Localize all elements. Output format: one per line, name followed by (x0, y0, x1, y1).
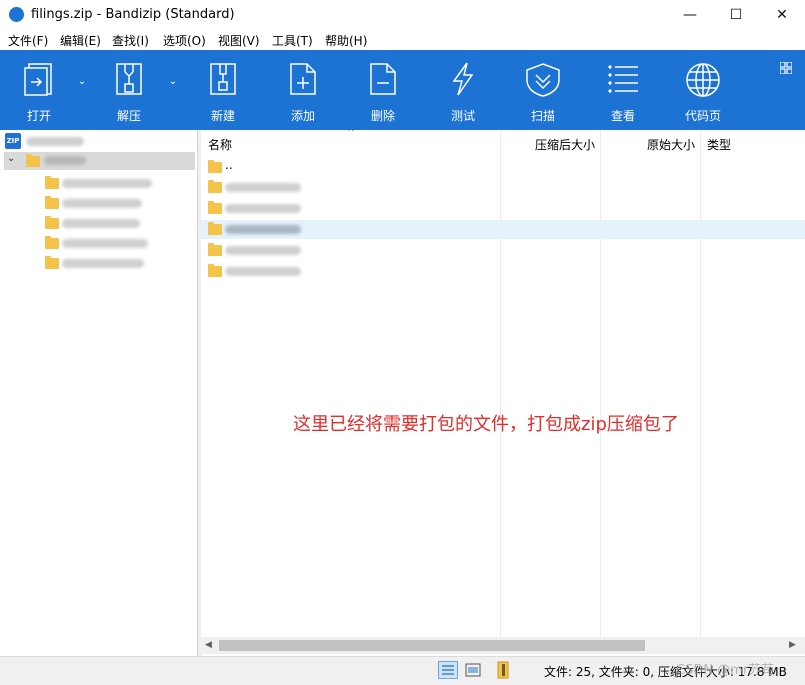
bandizip-logo-icon (9, 7, 24, 22)
folder-icon (208, 264, 222, 277)
details-view-icon[interactable] (438, 661, 458, 679)
menu-bar: 文件(F) 编辑(E) 查找(I) 选项(O) 视图(V) 工具(T) 帮助(H… (0, 30, 805, 50)
chevron-down-icon[interactable]: ⌄ (7, 153, 15, 164)
column-divider (600, 130, 601, 637)
folder-tree-pane[interactable] (0, 130, 198, 656)
tree-child-label-redacted[interactable] (62, 219, 140, 228)
maximize-button[interactable]: ☐ (713, 0, 759, 30)
column-header-original-size[interactable]: 原始大小 (647, 136, 695, 153)
extract-label: 解压 (116, 109, 141, 123)
tree-child-label-redacted[interactable] (62, 259, 144, 268)
thumbnail-view-icon[interactable] (463, 661, 483, 679)
window-title: filings.zip - Bandizip (Standard) (31, 7, 235, 22)
menu-find[interactable]: 查找(I) (112, 32, 149, 49)
codepage-label: 代码页 (684, 109, 721, 123)
test-button[interactable]: 测试 (424, 50, 502, 130)
add-label: 添加 (290, 109, 315, 123)
new-label: 新建 (210, 109, 235, 123)
layout-grid-icon[interactable] (780, 62, 792, 74)
table-row-name-redacted[interactable] (225, 246, 301, 255)
delete-file-icon (370, 63, 396, 95)
archive-info-icon[interactable] (495, 661, 515, 679)
minimize-button[interactable]: — (667, 0, 713, 30)
folder-icon (45, 196, 59, 209)
folder-icon (45, 256, 59, 269)
tree-child-label-redacted[interactable] (62, 239, 148, 248)
menu-view[interactable]: 视图(V) (218, 32, 260, 49)
open-dropdown-icon[interactable]: ⌄ (75, 76, 89, 90)
scrollbar-thumb[interactable] (219, 640, 645, 651)
column-divider (700, 130, 701, 637)
delete-button[interactable]: 删除 (344, 50, 422, 130)
table-row-name-redacted[interactable] (225, 267, 301, 276)
table-row-name-redacted[interactable] (225, 225, 301, 234)
add-file-icon (290, 63, 316, 95)
folder-icon (45, 236, 59, 249)
add-button[interactable]: 添加 (264, 50, 342, 130)
folder-icon (45, 216, 59, 229)
folder-icon (208, 180, 222, 193)
menu-help[interactable]: 帮助(H) (325, 32, 367, 49)
folder-icon (45, 176, 59, 189)
column-header-name[interactable]: 名称 (208, 136, 232, 153)
folder-icon (208, 243, 222, 256)
globe-icon (686, 63, 720, 97)
extract-button[interactable]: 解压 (90, 50, 168, 130)
menu-tools[interactable]: 工具(T) (272, 32, 313, 49)
codepage-button[interactable]: 代码页 (664, 50, 742, 130)
view-button[interactable]: 查看 (584, 50, 662, 130)
new-archive-icon (210, 63, 236, 95)
table-row-name-redacted[interactable] (225, 204, 301, 213)
folder-icon (26, 154, 40, 167)
scan-button[interactable]: 扫描 (504, 50, 582, 130)
folder-icon (208, 160, 222, 173)
table-row-name-redacted[interactable] (225, 183, 301, 192)
menu-edit[interactable]: 编辑(E) (60, 32, 101, 49)
tree-root-label-redacted (26, 137, 84, 146)
zip-archive-icon: ZIP (5, 133, 21, 149)
folder-icon (208, 201, 222, 214)
open-button[interactable]: 打开 (0, 50, 78, 130)
parent-folder-entry[interactable]: .. (225, 158, 233, 172)
open-label: 打开 (26, 109, 51, 123)
tree-child-label-redacted[interactable] (62, 179, 152, 188)
toolbar: 打开 ⌄ 解压 ⌄ 新建 添加 删除 测试 扫描 查看 代码页 (0, 50, 805, 130)
scan-label: 扫描 (530, 109, 555, 123)
scroll-right-icon[interactable]: ▶ (789, 640, 796, 650)
delete-label: 删除 (370, 109, 395, 123)
sort-ascending-icon: ^ (347, 128, 355, 138)
scroll-left-icon[interactable]: ◀ (205, 640, 212, 650)
open-icon (24, 63, 52, 96)
list-view-icon (608, 65, 638, 93)
menu-file[interactable]: 文件(F) (8, 32, 48, 49)
view-label: 查看 (610, 109, 635, 123)
folder-icon (208, 222, 222, 235)
extract-icon (116, 63, 142, 95)
test-label: 测试 (450, 109, 475, 123)
tree-child-label-redacted[interactable] (62, 199, 142, 208)
extract-dropdown-icon[interactable]: ⌄ (166, 76, 180, 90)
column-header-compressed-size[interactable]: 压缩后大小 (535, 136, 595, 153)
close-button[interactable]: ✕ (759, 0, 805, 30)
tree-item-label-redacted (44, 156, 86, 165)
new-button[interactable]: 新建 (184, 50, 262, 130)
annotation-text: 这里已经将需要打包的文件，打包成zip压缩包了 (293, 414, 679, 435)
lightning-icon (452, 62, 474, 96)
menu-options[interactable]: 选项(O) (163, 32, 206, 49)
column-divider (500, 130, 501, 637)
shield-icon (526, 63, 560, 97)
watermark-text: CSDN @mr苏苟 (676, 663, 775, 678)
column-header-type[interactable]: 类型 (707, 136, 731, 153)
